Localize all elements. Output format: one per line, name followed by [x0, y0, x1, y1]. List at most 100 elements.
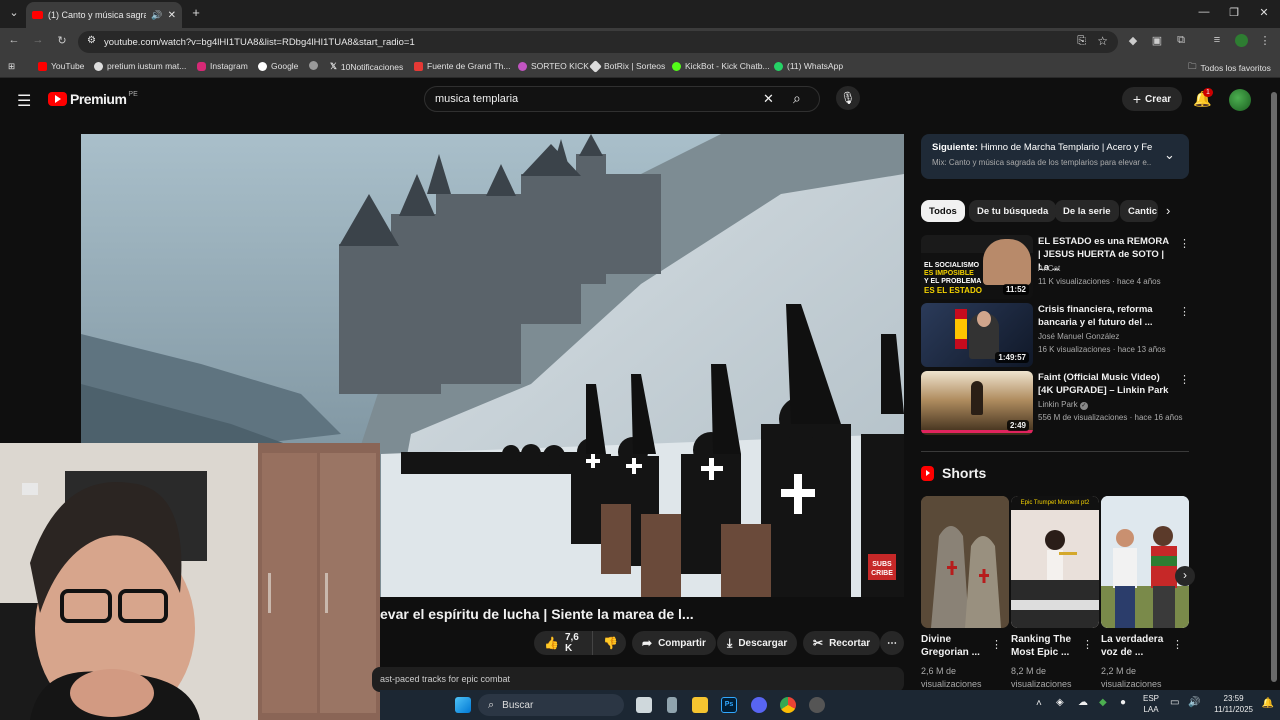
page-scrollbar[interactable]	[1271, 92, 1277, 682]
extension2-icon[interactable]: ▣	[1149, 34, 1165, 47]
more-vertical-icon[interactable]: ⋮	[991, 638, 1002, 651]
onedrive-icon[interactable]: ☁	[1078, 697, 1088, 708]
reload-icon[interactable]: ↻	[54, 34, 70, 47]
bookmark-whatsapp[interactable]: (11) WhatsApp	[774, 61, 843, 71]
taskbar-search[interactable]: ⌕ Buscar	[478, 694, 624, 716]
app-icon[interactable]	[667, 697, 677, 713]
more-vertical-icon[interactable]: ⋮	[1179, 237, 1190, 250]
forward-icon[interactable]: →	[30, 34, 46, 46]
all-bookmarks[interactable]: 🗀 Todos los favoritos	[1188, 61, 1271, 75]
tab-search-icon[interactable]: ⌄	[4, 6, 24, 19]
language-indicator[interactable]: ESP LAA	[1143, 693, 1159, 715]
search-input[interactable]: musica templaria ✕ ⌕	[424, 86, 820, 112]
create-button[interactable]: + Crear	[1122, 87, 1182, 111]
recommendation-title[interactable]: Crisis financiera, reforma bancaria y el…	[1038, 303, 1173, 329]
channel-name[interactable]: AnCat	[1038, 264, 1060, 273]
chrome-icon[interactable]	[780, 697, 796, 713]
video-description[interactable]: ast-paced tracks for epic combat	[372, 667, 904, 692]
profile-avatar-icon[interactable]	[1233, 34, 1249, 50]
browser-menu-icon[interactable]: ⋮	[1257, 34, 1273, 47]
app-icon[interactable]	[809, 697, 825, 713]
extension-icon[interactable]: ◆	[1125, 34, 1141, 47]
close-window-icon[interactable]: ✕	[1254, 6, 1274, 19]
channel-name[interactable]: Linkin Park ✓	[1038, 400, 1088, 410]
short-title[interactable]: Divine Gregorian ...	[921, 633, 993, 659]
recommendation-item[interactable]: EL SOCIALISMO ES IMPOSIBLE Y EL PROBLEMA…	[921, 235, 1191, 299]
share-button[interactable]: ➦ Compartir	[632, 631, 716, 655]
playlist-next-panel[interactable]: Siguiente: Himno de Marcha Templario | A…	[921, 134, 1189, 179]
download-button[interactable]: ⤓ Descargar	[717, 631, 798, 655]
clear-search-icon[interactable]: ✕	[763, 91, 774, 107]
search-icon[interactable]: ⌕	[793, 90, 801, 107]
short-thumbnail[interactable]	[1101, 496, 1189, 628]
minimize-icon[interactable]: —	[1194, 6, 1214, 18]
bookmark-pretium[interactable]: pretium iustum mat...	[94, 61, 186, 71]
network-icon[interactable]: ▭	[1170, 697, 1179, 708]
short-title[interactable]: Ranking The Most Epic ...	[1011, 633, 1083, 659]
volume-icon[interactable]: 🔊	[1188, 697, 1200, 708]
chip-from-search[interactable]: De tu búsqueda	[969, 200, 1057, 222]
close-tab-icon[interactable]: ✕	[168, 10, 176, 21]
expand-playlist-icon[interactable]: ⌄	[1164, 147, 1175, 163]
address-bar[interactable]: ⚙ youtube.com/watch?v=bg4lHI1TUA8&list=R…	[78, 31, 1118, 53]
bookmark-x[interactable]: 𝕏 10Notificaciones	[330, 61, 403, 72]
tray-app-icon[interactable]: ◈	[1056, 697, 1064, 708]
account-avatar[interactable]	[1229, 89, 1251, 111]
more-vertical-icon[interactable]: ⋮	[1179, 373, 1190, 386]
windows-start-icon[interactable]	[455, 697, 471, 713]
shorts-next-icon[interactable]: ›	[1175, 566, 1195, 586]
more-vertical-icon[interactable]: ⋮	[1082, 638, 1093, 651]
chip-related[interactable]: Cantic	[1120, 200, 1158, 222]
more-actions-button[interactable]: ⋯	[880, 631, 904, 655]
hamburger-menu-icon[interactable]: ☰	[17, 91, 31, 111]
chip-from-series[interactable]: De la serie	[1055, 200, 1119, 222]
channel-name[interactable]: José Manuel González	[1038, 332, 1119, 341]
apps-icon[interactable]: ⊞	[8, 61, 15, 72]
speaker-icon[interactable]: 🔊	[151, 10, 162, 21]
back-icon[interactable]: ←	[6, 34, 22, 46]
clip-button[interactable]: ✂ Recortar	[803, 631, 881, 655]
dislike-button[interactable]: 👎	[592, 631, 626, 655]
bookmark-kickbot[interactable]: KickBot - Kick Chatb...	[672, 61, 770, 71]
youtube-favicon-icon	[32, 11, 43, 19]
notifications-icon[interactable]: 🔔	[1262, 698, 1274, 709]
bookmark-youtube[interactable]: YouTube	[38, 61, 84, 71]
short-thumbnail[interactable]: Epic Trumpet Moment pt2	[1011, 496, 1099, 628]
recommendation-item[interactable]: 1:49:57 Crisis financiera, reforma banca…	[921, 303, 1191, 367]
short-title[interactable]: La verdadera voz de ...	[1101, 633, 1173, 659]
reading-list-icon[interactable]: ≡	[1209, 34, 1225, 46]
bookmark-star-icon[interactable]: ☆	[1097, 34, 1108, 48]
site-info-icon[interactable]: ⚙	[87, 35, 96, 46]
browser-tab-active[interactable]: (1) Canto y música sagrada... 🔊 ✕	[26, 2, 182, 28]
tray-app-icon[interactable]: ◆	[1099, 697, 1107, 708]
like-button[interactable]: 👍 7,6 K	[534, 631, 592, 655]
more-vertical-icon[interactable]: ⋮	[1172, 638, 1183, 651]
short-thumbnail[interactable]	[921, 496, 1009, 628]
bookmark-botrix[interactable]: BotRix | Sorteos	[589, 59, 665, 73]
bookmark-unnamed[interactable]	[309, 61, 322, 70]
restore-icon[interactable]: ❐	[1224, 6, 1244, 19]
youtube-premium-logo[interactable]: Premium PE	[48, 91, 138, 107]
recommendation-title[interactable]: Faint (Official Music Video) [4K UPGRADE…	[1038, 371, 1173, 397]
download-icon: ⤓	[727, 635, 733, 650]
photoshop-icon[interactable]: Ps	[721, 697, 737, 713]
scissors-icon: ✂	[813, 636, 824, 650]
task-view-icon[interactable]	[636, 697, 652, 713]
bookmark-sorteo-kick[interactable]: SORTEO KICK	[518, 61, 589, 71]
bookmark-instagram[interactable]: Instagram	[197, 61, 248, 71]
recommendation-item[interactable]: 2:49 Faint (Official Music Video) [4K UP…	[921, 371, 1191, 435]
tray-expand-icon[interactable]: ˄	[1036, 698, 1042, 709]
new-tab-icon[interactable]: +	[186, 5, 206, 20]
bookmark-google[interactable]: Google	[258, 61, 298, 71]
more-vertical-icon[interactable]: ⋮	[1179, 305, 1190, 318]
system-clock[interactable]: 23:59 11/11/2025	[1214, 693, 1253, 715]
tray-app-icon[interactable]: ●	[1120, 697, 1126, 708]
discord-icon[interactable]	[751, 697, 767, 713]
voice-search-icon[interactable]: 🎙	[836, 86, 860, 110]
extensions-puzzle-icon[interactable]: ⧉	[1173, 34, 1189, 47]
chips-next-icon[interactable]: ›	[1166, 203, 1170, 218]
file-explorer-icon[interactable]	[692, 697, 708, 713]
install-icon[interactable]: ⎘	[1077, 35, 1086, 48]
bookmark-grand-theft[interactable]: Fuente de Grand Th...	[414, 61, 510, 71]
chip-all[interactable]: Todos	[921, 200, 965, 222]
